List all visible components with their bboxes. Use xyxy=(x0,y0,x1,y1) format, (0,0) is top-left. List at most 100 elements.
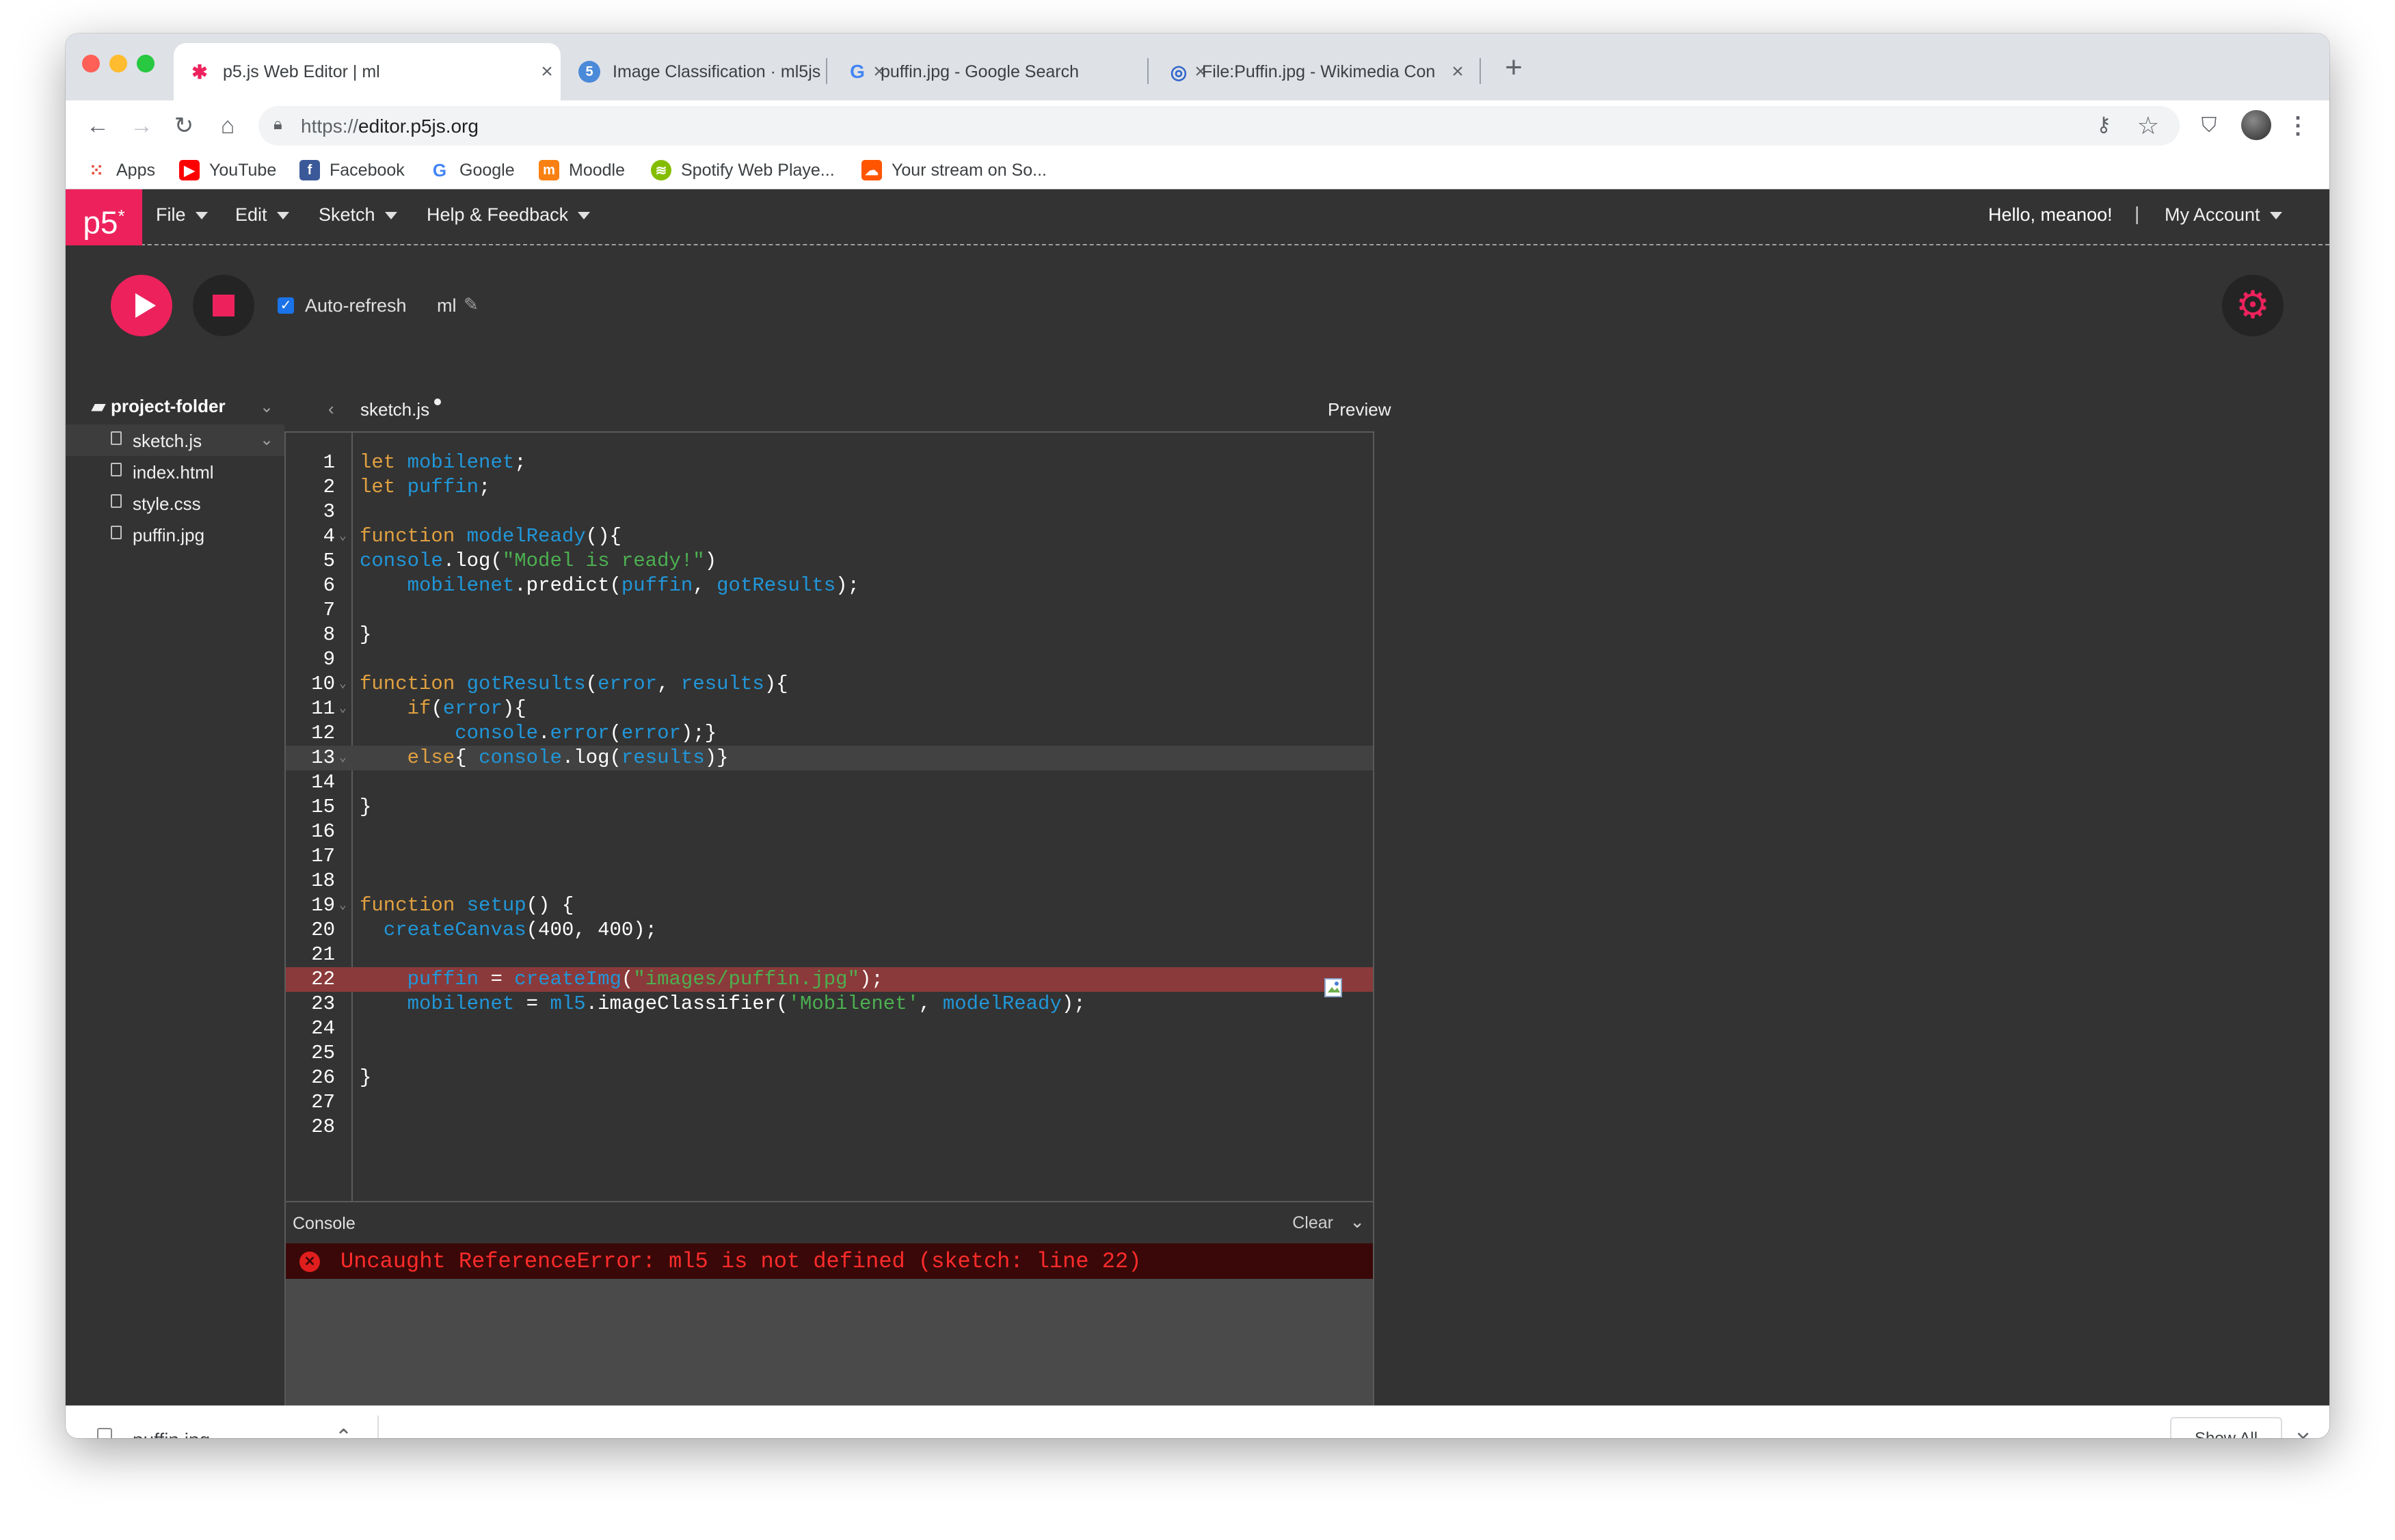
address-bar[interactable]: 🔒︎ https://editor.p5js.org ⚷ ☆ xyxy=(258,106,2180,146)
menu-help[interactable]: Help & Feedback xyxy=(427,204,591,226)
code-line[interactable]: 12 console.error(error);} xyxy=(286,721,1373,746)
stop-button[interactable] xyxy=(193,275,254,336)
code-line[interactable]: 23 mobilenet = ml5.imageClassifier('Mobi… xyxy=(286,992,1373,1016)
code-line[interactable]: 3 xyxy=(286,500,1373,524)
my-account-menu[interactable]: My Account xyxy=(2165,204,2282,226)
wikimedia-icon: ◎ xyxy=(1170,61,1188,83)
fold-chevron-icon[interactable]: ⌄ xyxy=(339,524,347,549)
close-window-button[interactable] xyxy=(82,55,100,72)
project-folder[interactable]: ▰ project-folder xyxy=(92,396,226,417)
menu-sketch[interactable]: Sketch xyxy=(319,204,397,226)
fold-chevron-icon[interactable]: ⌄ xyxy=(339,697,347,721)
code-line[interactable]: 10 ⌄ function gotResults(error, results){ xyxy=(286,672,1373,697)
code-line[interactable]: 4 ⌄ function modelReady(){ xyxy=(286,524,1373,549)
bookmark-facebook[interactable]: f Facebook xyxy=(299,158,405,183)
code-line[interactable]: 28 xyxy=(286,1115,1373,1139)
code-line[interactable]: 25 xyxy=(286,1041,1373,1066)
code-line[interactable]: 16 xyxy=(286,820,1373,844)
bookmark-star-icon[interactable]: ☆ xyxy=(2137,111,2159,140)
file-item[interactable]: style.css xyxy=(66,487,284,519)
line-number: 6 xyxy=(323,574,335,597)
file-item[interactable]: index.html xyxy=(66,456,284,487)
code-line[interactable]: 26} xyxy=(286,1066,1373,1090)
code-line[interactable]: 6 mobilenet.predict(puffin, gotResults); xyxy=(286,573,1373,598)
collapse-sidebar-icon[interactable]: ‹ xyxy=(328,398,334,420)
show-all-button[interactable]: Show All xyxy=(2170,1417,2282,1438)
code-line[interactable]: 21 xyxy=(286,943,1373,967)
home-icon[interactable]: ⌂ xyxy=(212,110,243,141)
close-icon[interactable]: × xyxy=(2296,1424,2310,1438)
p5-logo[interactable]: p5* xyxy=(66,189,142,245)
code-line[interactable]: 2 let puffin; xyxy=(286,475,1373,500)
code-line[interactable]: 8} xyxy=(286,623,1373,647)
chevron-down-icon[interactable]: ⌄ xyxy=(260,430,273,450)
chevron-down-icon[interactable]: ⌄ xyxy=(1350,1211,1365,1232)
bookmark-moodle[interactable]: m Moodle xyxy=(539,158,625,183)
auto-refresh-checkbox[interactable]: ✓ xyxy=(278,297,294,314)
profile-avatar[interactable] xyxy=(2241,110,2271,140)
new-tab-button[interactable]: + xyxy=(1497,53,1530,85)
tab-title: File:Puffin.jpg - Wikimedia Con xyxy=(1202,62,1436,81)
code-text: puffin = createImg("images/puffin.jpg"); xyxy=(407,968,883,990)
bookmark-google[interactable]: G Google xyxy=(429,158,515,183)
fold-chevron-icon[interactable]: ⌄ xyxy=(339,746,347,770)
kebab-menu-icon[interactable]: ⋮ xyxy=(2282,110,2314,141)
code-line[interactable]: 22 puffin = createImg("images/puffin.jpg… xyxy=(286,967,1373,992)
bookmark-youtube[interactable]: ▶ YouTube xyxy=(179,158,276,183)
download-file-name[interactable]: puffin.jpg xyxy=(133,1429,210,1438)
code-line[interactable]: 13 ⌄ else{ console.log(results)} xyxy=(286,746,1373,770)
tab-separator xyxy=(826,58,827,84)
console-header: Console Clear ⌄ xyxy=(286,1202,1373,1243)
menu-edit[interactable]: Edit xyxy=(235,204,289,226)
chevron-up-icon[interactable]: ⌃ xyxy=(335,1425,352,1438)
code-line[interactable]: 15} xyxy=(286,795,1373,820)
file-item[interactable]: puffin.jpg xyxy=(66,519,284,550)
menu-file[interactable]: File xyxy=(156,204,208,226)
file-item[interactable]: sketch.js ⌄ xyxy=(66,424,284,456)
play-button[interactable] xyxy=(111,275,172,336)
code-text: mobilenet.predict(puffin, gotResults); xyxy=(407,574,859,597)
editor-file-tab: sketch.js xyxy=(360,399,430,420)
code-text: function modelReady(){ xyxy=(360,525,621,548)
code-line[interactable]: 1 let mobilenet; xyxy=(286,450,1373,475)
reload-icon[interactable]: ↻ xyxy=(168,110,200,141)
tab-p5-editor[interactable]: ✱ p5.js Web Editor | ml × xyxy=(174,43,561,100)
code-line[interactable]: 18 xyxy=(286,869,1373,893)
back-arrow-icon[interactable]: ← xyxy=(82,110,113,141)
code-line[interactable]: 27 xyxy=(286,1090,1373,1115)
line-number: 5 xyxy=(323,550,335,572)
bookmark-spotify[interactable]: ≋ Spotify Web Playe... xyxy=(651,158,835,183)
tab-wikimedia[interactable]: ◎ File:Puffin.jpg - Wikimedia Con × xyxy=(1153,43,1471,100)
folder-icon: ▰ xyxy=(92,396,105,416)
key-icon[interactable]: ⚷ xyxy=(2096,113,2111,137)
settings-gear-button[interactable]: ⚙ xyxy=(2222,275,2284,336)
maximize-window-button[interactable] xyxy=(137,55,155,72)
code-line[interactable]: 17 xyxy=(286,844,1373,869)
code-line[interactable]: 9 xyxy=(286,647,1373,672)
code-line[interactable]: 5 console.log("Model is ready!") xyxy=(286,549,1373,573)
code-text: let puffin; xyxy=(360,476,491,498)
code-line[interactable]: 7 xyxy=(286,598,1373,623)
sketch-name[interactable]: ml xyxy=(437,295,457,316)
code-line[interactable]: 19 ⌄ function setup() { xyxy=(286,893,1373,918)
bookmark-apps[interactable]: ⁙ Apps xyxy=(86,158,155,183)
p5-editor-app: p5* File Edit Sketch Help & Feedback Hel… xyxy=(66,189,2329,1405)
fold-chevron-icon[interactable]: ⌄ xyxy=(339,672,347,697)
p5-nav: p5* File Edit Sketch Help & Feedback Hel… xyxy=(66,189,2329,245)
code-line[interactable]: 20 createCanvas(400, 400); xyxy=(286,918,1373,943)
pencil-icon[interactable]: ✎ xyxy=(464,294,479,315)
line-number: 15 xyxy=(311,796,335,818)
shield-extension-icon[interactable]: ⛉ xyxy=(2193,110,2225,141)
bookmark-soundcloud[interactable]: ☁ Your stream on So... xyxy=(861,158,1047,183)
code-line[interactable]: 24 xyxy=(286,1016,1373,1041)
forward-arrow-icon[interactable]: → xyxy=(126,110,157,141)
code-line[interactable]: 11 ⌄ if(error){ xyxy=(286,697,1373,721)
url-text[interactable]: https://editor.p5js.org xyxy=(301,116,479,137)
close-tab-icon[interactable]: × xyxy=(1444,60,1471,83)
minimize-window-button[interactable] xyxy=(109,55,127,72)
chevron-down-icon[interactable]: ⌄ xyxy=(260,397,273,417)
code-editor[interactable]: 1 let mobilenet; 2 let puffin; 3 4 ⌄ function m… xyxy=(284,431,1374,1202)
code-line[interactable]: 14 xyxy=(286,770,1373,795)
fold-chevron-icon[interactable]: ⌄ xyxy=(339,893,347,918)
console-clear-button[interactable]: Clear xyxy=(1292,1213,1333,1233)
